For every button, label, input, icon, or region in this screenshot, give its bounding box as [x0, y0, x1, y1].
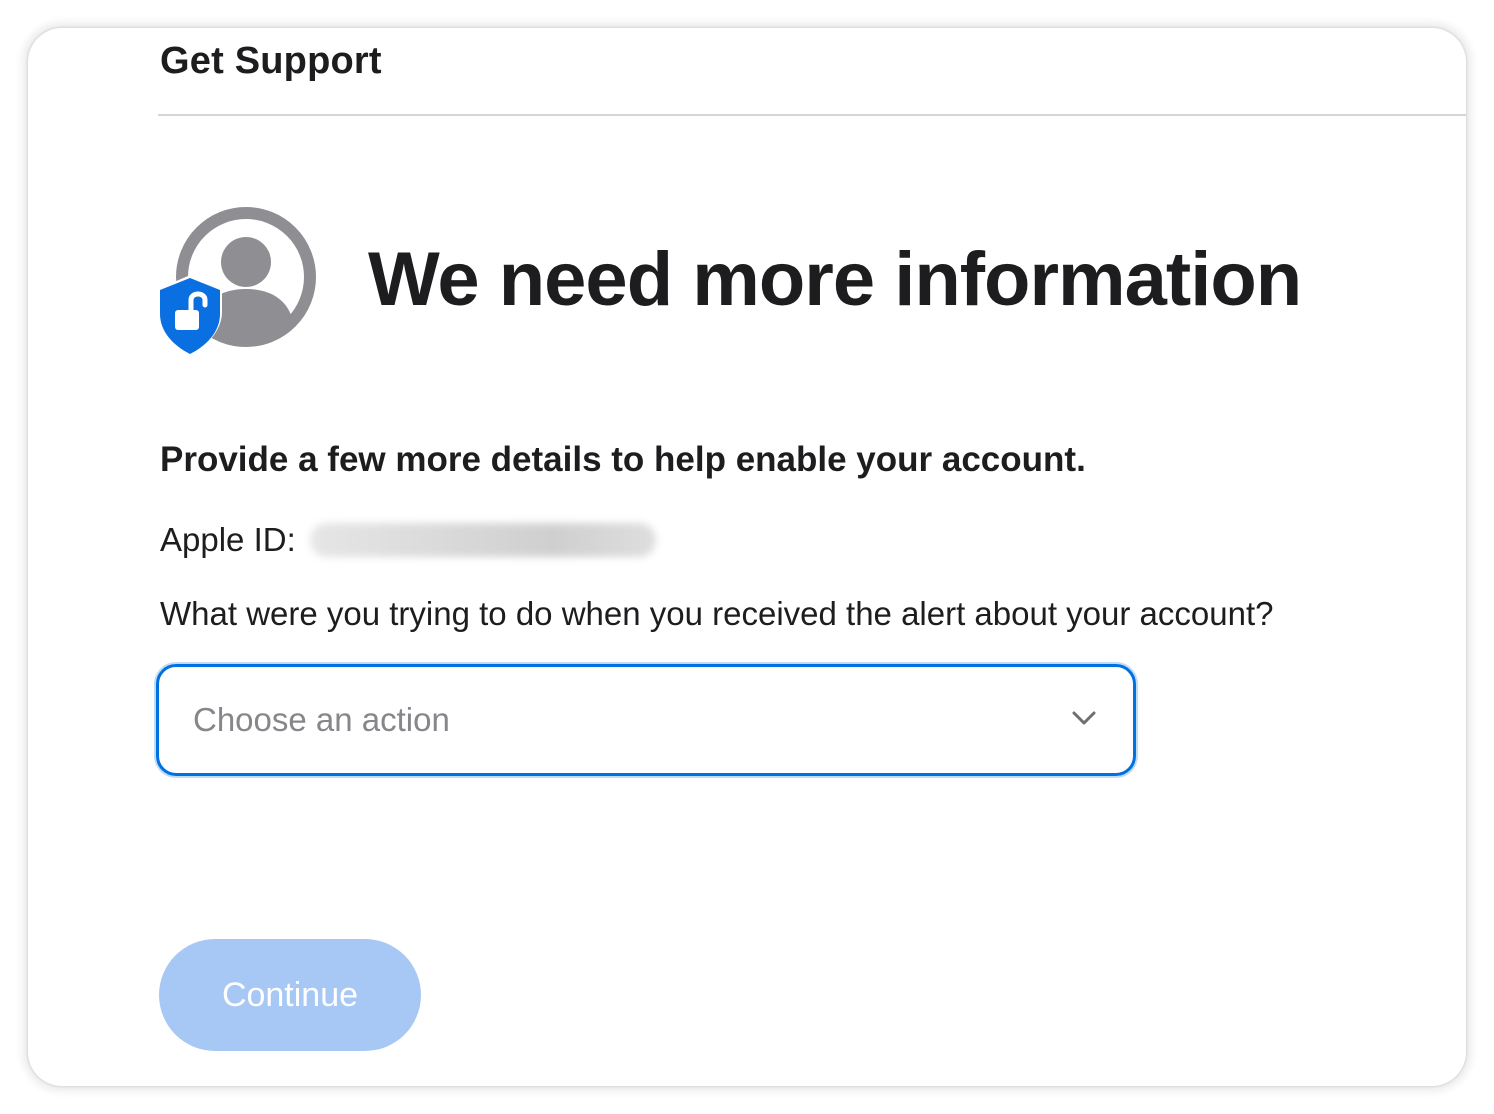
apple-id-label: Apple ID:: [160, 521, 296, 558]
action-question: What were you trying to do when you rece…: [160, 595, 1274, 632]
action-select[interactable]: Choose an action: [156, 664, 1136, 776]
page-title: Get Support: [160, 40, 382, 82]
apple-id-row: Apple ID:: [160, 518, 656, 562]
account-lock-icon: [160, 207, 316, 354]
header-divider: [158, 114, 1466, 116]
continue-button[interactable]: Continue: [159, 939, 421, 1051]
action-select-placeholder: Choose an action: [193, 701, 450, 738]
headline: We need more information: [368, 237, 1302, 322]
form-subheading: Provide a few more details to help enabl…: [160, 440, 1086, 479]
support-window: Get Support We need more information Pro…: [28, 28, 1466, 1086]
chevron-down-icon: [1072, 711, 1096, 725]
apple-id-value-redacted: [309, 523, 656, 557]
